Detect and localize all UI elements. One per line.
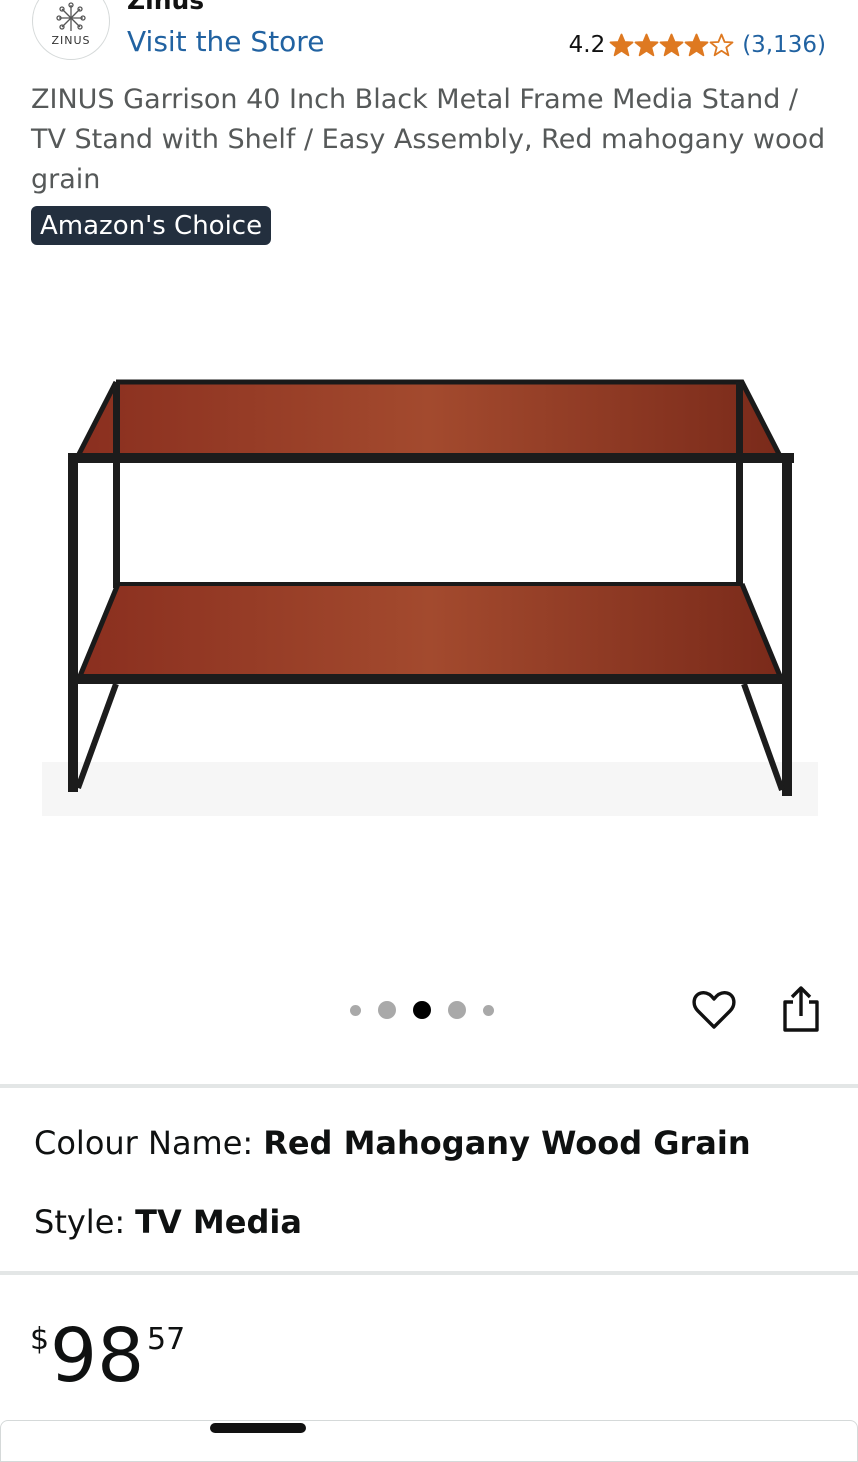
- heart-icon[interactable]: [690, 985, 738, 1033]
- star-filled-icon: [684, 33, 709, 56]
- star-filled-icon: [659, 33, 684, 56]
- rating-summary[interactable]: 4.2 (3,136): [569, 30, 826, 60]
- carousel-dot[interactable]: [448, 1001, 466, 1019]
- visit-store-link[interactable]: Visit the Store: [127, 25, 324, 58]
- zinus-flower-icon: [56, 2, 86, 31]
- price-fraction: 57: [147, 1322, 186, 1357]
- star-filled-icon: [634, 33, 659, 56]
- brand-name[interactable]: Zinus: [127, 0, 204, 15]
- image-carousel-indicator[interactable]: [350, 998, 511, 1022]
- star-empty-icon: [709, 33, 734, 56]
- carousel-dot[interactable]: [483, 1004, 494, 1016]
- store-logo[interactable]: ZINUS: [32, 0, 110, 60]
- style-variant-row[interactable]: Style: TV Media: [34, 1203, 302, 1241]
- home-indicator[interactable]: [210, 1423, 306, 1433]
- star-rating: [609, 33, 734, 58]
- section-divider: [0, 1084, 858, 1088]
- rating-count-link[interactable]: (3,136): [742, 32, 826, 58]
- carousel-dot[interactable]: [378, 1001, 396, 1019]
- style-label: Style:: [34, 1203, 126, 1241]
- colour-value: Red Mahogany Wood Grain: [263, 1124, 751, 1162]
- product-title: ZINUS Garrison 40 Inch Black Metal Frame…: [31, 84, 826, 195]
- logo-text: ZINUS: [51, 34, 91, 47]
- section-divider: [0, 1271, 858, 1275]
- colour-variant-row[interactable]: Colour Name: Red Mahogany Wood Grain: [34, 1124, 751, 1162]
- carousel-dot[interactable]: [350, 1004, 361, 1016]
- star-filled-icon: [609, 33, 634, 56]
- store-header: ZINUS Zinus Visit the Store 4.2 (3,136): [0, 0, 858, 70]
- bottom-sheet-edge: [0, 1420, 858, 1462]
- price-currency: $: [30, 1322, 50, 1357]
- product-image[interactable]: [42, 372, 818, 816]
- amazons-choice-badge[interactable]: Amazon's Choice: [31, 206, 272, 245]
- share-icon[interactable]: [779, 984, 823, 1034]
- style-value: TV Media: [135, 1203, 302, 1241]
- carousel-dot-active[interactable]: [413, 1001, 431, 1019]
- price-whole: 98: [50, 1313, 145, 1399]
- rating-value: 4.2: [568, 32, 606, 58]
- colour-label: Colour Name:: [34, 1124, 254, 1162]
